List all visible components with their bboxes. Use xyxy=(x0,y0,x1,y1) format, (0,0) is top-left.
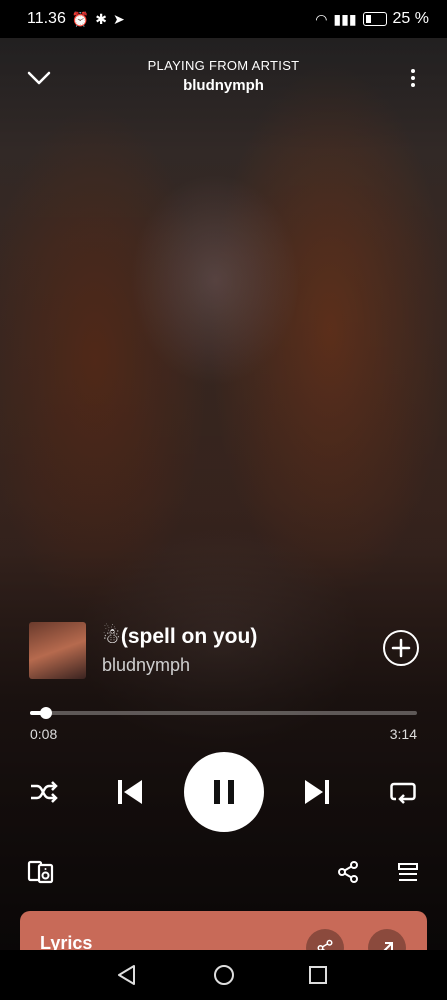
repeat-icon[interactable] xyxy=(388,778,418,806)
home-nav-icon[interactable] xyxy=(211,962,237,988)
track-artist[interactable]: bludnymph xyxy=(102,655,190,676)
background-shade xyxy=(0,0,447,1000)
progress-knob[interactable] xyxy=(39,707,52,719)
skip-previous-icon[interactable] xyxy=(114,776,146,808)
total-time: 3:14 xyxy=(389,726,417,742)
playing-context: PLAYING FROM ARTIST bludnymph xyxy=(80,58,367,94)
status-time: 11.36 xyxy=(27,10,66,27)
pause-icon xyxy=(214,780,234,804)
now-playing-track: ☃(spell on you) bludnymph xyxy=(29,620,419,680)
signal-icon: ▮▮▮ xyxy=(333,10,357,27)
add-circle-icon[interactable] xyxy=(383,630,419,666)
back-nav-icon[interactable] xyxy=(114,962,140,988)
recents-nav-icon[interactable] xyxy=(305,962,331,988)
track-title: ☃(spell on you) xyxy=(102,625,258,648)
alarm-icon: ⏰ xyxy=(71,10,90,27)
pause-button[interactable] xyxy=(184,752,264,832)
more-vertical-icon[interactable] xyxy=(411,66,417,90)
battery-icon xyxy=(362,12,387,26)
system-nav-bar xyxy=(0,950,447,1000)
status-bar: 11.36 ⏰ ✱ ➤ ◠ ▮▮▮ 25 % xyxy=(0,0,447,38)
context-label: PLAYING FROM ARTIST xyxy=(147,58,300,73)
battery-level: 25 % xyxy=(392,10,429,27)
player-header: PLAYING FROM ARTIST bludnymph xyxy=(0,58,447,102)
skip-next-icon[interactable] xyxy=(301,776,333,808)
playback-controls xyxy=(0,750,447,834)
chevron-down-icon[interactable] xyxy=(26,64,52,90)
track-thumbnail xyxy=(29,622,86,679)
context-name[interactable]: bludnymph xyxy=(80,77,367,94)
connect-device-icon[interactable] xyxy=(27,858,55,886)
progress-bar[interactable] xyxy=(30,707,417,719)
telegram-icon: ➤ xyxy=(113,10,125,27)
shuffle-icon[interactable] xyxy=(28,778,60,806)
wifi-icon: ◠ xyxy=(315,10,328,27)
bottom-actions xyxy=(0,854,447,890)
queue-icon[interactable] xyxy=(395,858,421,886)
elapsed-time: 0:08 xyxy=(30,726,58,742)
bluetooth-icon: ✱ xyxy=(95,10,108,27)
share-icon[interactable] xyxy=(335,858,361,886)
